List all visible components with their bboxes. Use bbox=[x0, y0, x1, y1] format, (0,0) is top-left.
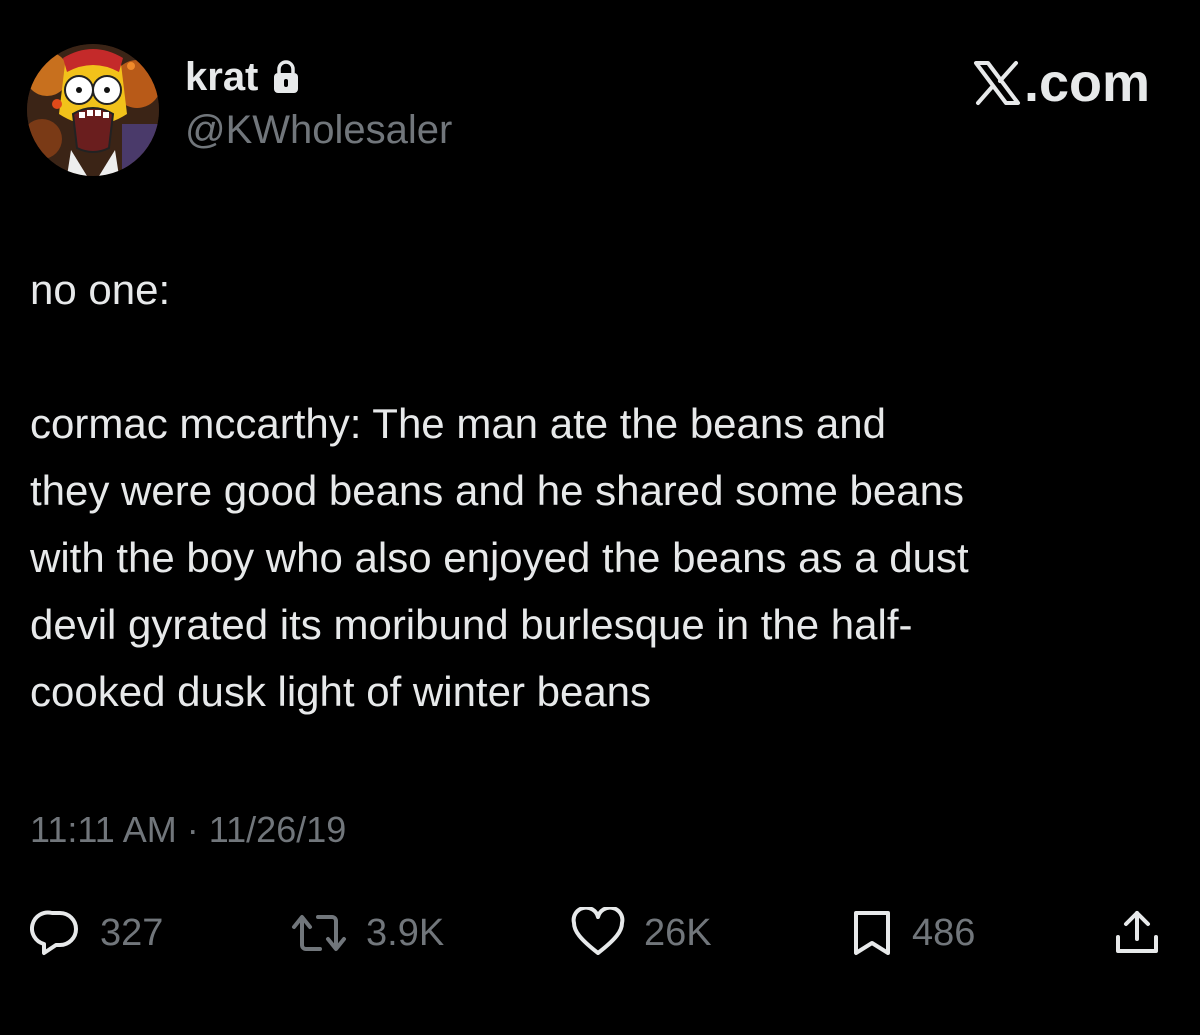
tweet-card: krat @KWholesaler .com no one: cormac mc… bbox=[0, 0, 1200, 1035]
tweet-line: cooked dusk light of winter beans bbox=[30, 668, 652, 715]
tweet-timestamp[interactable]: 11:11 AM · 11/26/19 bbox=[30, 808, 346, 851]
repost-count: 3.9K bbox=[366, 911, 445, 954]
avatar-image bbox=[27, 44, 159, 176]
avatar[interactable] bbox=[27, 44, 159, 176]
x-logo: .com bbox=[972, 56, 1150, 110]
reply-count: 327 bbox=[100, 911, 164, 954]
repost-button[interactable]: 3.9K bbox=[290, 898, 444, 968]
repost-icon bbox=[292, 915, 346, 951]
author-handle[interactable]: @KWholesaler bbox=[185, 108, 452, 152]
like-button[interactable]: 26K bbox=[570, 898, 712, 968]
meta-separator: · bbox=[186, 809, 199, 850]
lock-icon bbox=[270, 59, 302, 95]
tweet-date: 11/26/19 bbox=[208, 809, 347, 850]
action-bar: 327 3.9K 26K 486 bbox=[30, 898, 1180, 968]
heart-icon bbox=[571, 907, 625, 955]
bookmark-button[interactable]: 486 bbox=[850, 898, 975, 968]
author-display-name[interactable]: krat bbox=[185, 57, 258, 97]
reply-icon bbox=[30, 910, 78, 955]
tweet-line: they were good beans and he shared some … bbox=[30, 467, 964, 514]
tweet-line: no one: bbox=[30, 266, 171, 313]
author-name-row: krat bbox=[185, 52, 302, 102]
tweet-time: 11:11 AM bbox=[30, 809, 177, 850]
share-icon bbox=[1116, 911, 1158, 953]
tweet-line: cormac mccarthy: The man ate the beans a… bbox=[30, 400, 886, 447]
like-count: 26K bbox=[644, 911, 712, 954]
tweet-line: with the boy who also enjoyed the beans … bbox=[30, 534, 969, 581]
x-brand-icon bbox=[973, 61, 1020, 105]
bookmark-icon bbox=[854, 911, 890, 955]
brand-wordmark: .com bbox=[1023, 53, 1150, 113]
bookmark-count: 486 bbox=[912, 911, 976, 954]
share-button[interactable] bbox=[1112, 898, 1162, 968]
tweet-line: devil gyrated its moribund burlesque in … bbox=[30, 601, 913, 648]
reply-button[interactable]: 327 bbox=[30, 898, 163, 968]
tweet-text: no one: cormac mccarthy: The man ate the… bbox=[30, 256, 1180, 725]
